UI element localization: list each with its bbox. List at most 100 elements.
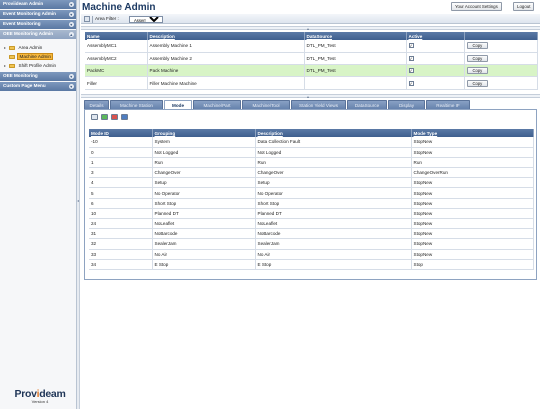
mode-row[interactable]: 4 Setup Setup StopNew: [89, 177, 534, 189]
mode-id: 10: [89, 208, 153, 220]
chevron-down-icon[interactable]: ▾: [68, 1, 74, 7]
col-header-grouping[interactable]: Grouping: [152, 129, 256, 137]
chevron-down-icon[interactable]: ▾: [68, 21, 74, 27]
folder-icon: [9, 45, 15, 50]
machine-row[interactable]: AssemblyMC1 Assembly Machine 1 DTL_PM_Te…: [85, 40, 538, 53]
col-header-mode-description[interactable]: Description: [255, 129, 412, 137]
col-header-active[interactable]: Active: [406, 32, 465, 40]
logout-button[interactable]: Logout: [513, 2, 535, 11]
copy-button[interactable]: Copy: [466, 79, 489, 87]
copy-button[interactable]: Copy: [466, 42, 489, 50]
mode-description: Run: [255, 157, 412, 169]
tab-machine-part[interactable]: Machine/Part: [193, 100, 241, 109]
tree-item-shift-profile-admin[interactable]: ▸ Shift Profile Admin: [3, 61, 76, 70]
grid-view-icon[interactable]: [84, 16, 90, 22]
sidebar-section-oee-monitoring[interactable]: OEE Monitoring ▾: [0, 72, 76, 81]
delete-icon[interactable]: [111, 114, 118, 120]
col-header-datasource[interactable]: DataSource: [304, 32, 407, 40]
tab-realtime-if[interactable]: Realtime IF: [426, 100, 470, 109]
grid-icon[interactable]: [91, 114, 98, 120]
machine-row[interactable]: AssemblyMC2 Assembly Machine 2 DTL_PM_Te…: [85, 52, 538, 66]
collapse-up-icon[interactable]: ▴: [307, 94, 309, 99]
tab-details[interactable]: Details: [84, 100, 109, 109]
mode-row[interactable]: 1 Run Run Run: [89, 157, 534, 169]
area-filter-select[interactable]: Assembly: [129, 15, 163, 23]
machine-datasource: DTL_PM_Test: [304, 52, 407, 66]
mode-row[interactable]: -10 System Data Collection Fault StopNew: [89, 137, 534, 148]
tree-item-machine-admin[interactable]: Machine Admin: [3, 52, 76, 61]
mode-description: No Operator: [255, 187, 412, 199]
sidebar-section-custom-page-menu[interactable]: Custom Page Menu ▾: [0, 82, 76, 91]
mode-row[interactable]: 0 Not Logged Not Logged StopNew: [89, 147, 534, 158]
col-header-name[interactable]: Name: [85, 32, 148, 40]
tree-item-area-admin[interactable]: ▸ Area Admin: [3, 43, 76, 52]
chevron-down-icon[interactable]: ▾: [68, 83, 74, 89]
collapse-bar-middle[interactable]: ▴: [81, 94, 540, 99]
mode-row[interactable]: 31 NoBarcode NoBarcode StopNew: [89, 228, 534, 240]
mode-row[interactable]: 6 Short Stop Short Stop StopNew: [89, 198, 534, 209]
mode-description: No Air: [255, 249, 412, 260]
chevron-up-icon[interactable]: ▴: [68, 31, 74, 37]
copy-button[interactable]: Copy: [466, 67, 489, 75]
mode-row[interactable]: 34 E Stop E Stop Stop: [89, 259, 534, 270]
tree-expand-icon[interactable]: ▸: [4, 43, 7, 52]
sidebar-section-oee-monitoring-admin[interactable]: OEE Monitoring Admin ▴: [0, 30, 76, 39]
mode-table-header: Mode ID Grouping Description Mode Type: [89, 129, 534, 137]
copy-button[interactable]: Copy: [466, 54, 489, 62]
sidebar-section-label: OEE Monitoring Admin: [3, 31, 54, 36]
machine-row-selected[interactable]: PackMC Pack Machine DTL_PM_Test ✓ Copy: [85, 64, 538, 78]
mode-row[interactable]: 32 SealerJam SealerJam StopNew: [89, 238, 534, 250]
tree-item-label: Area Admin: [18, 45, 43, 50]
mode-row[interactable]: 5 No Operator No Operator StopNew: [89, 187, 534, 199]
machine-action-cell: Copy: [464, 76, 538, 90]
sidebar-section-event-monitoring-admin[interactable]: Event Monitoring Admin ▾: [0, 10, 76, 19]
sidebar-section-event-monitoring[interactable]: Event Monitoring ▾: [0, 20, 76, 29]
mode-grouping: NoBarcode: [152, 228, 256, 240]
mode-row[interactable]: 24 NoLeaflet NoLeaflet StopNew: [89, 218, 534, 230]
tab-datasource[interactable]: DataSource: [347, 100, 387, 109]
tab-station-yield-views[interactable]: Station Yield Views: [291, 100, 346, 109]
col-header-mode-id[interactable]: Mode ID: [89, 129, 153, 137]
mode-grouping: NoLeaflet: [152, 218, 256, 230]
mode-id: 3: [89, 167, 153, 179]
add-icon[interactable]: [101, 114, 108, 120]
mode-grouping: Short Stop: [152, 198, 256, 209]
splitter-grip-icon[interactable]: ◂: [77, 198, 79, 203]
col-header-description[interactable]: Description: [147, 32, 305, 40]
sidebar-splitter[interactable]: ◂: [77, 0, 80, 409]
mode-id: 5: [89, 187, 153, 199]
tab-machine-tool[interactable]: Machine/Tool: [242, 100, 290, 109]
area-filter-label: Area Filter :: [95, 16, 119, 21]
account-settings-button[interactable]: Your Account Settings: [451, 2, 502, 11]
mode-description: Setup: [255, 177, 412, 189]
tab-mode[interactable]: Mode: [164, 100, 192, 109]
mode-type: StopNew: [411, 238, 534, 250]
machine-datasource: DTL_PM_Test: [304, 40, 407, 53]
chevron-down-icon[interactable]: ▾: [68, 11, 74, 17]
machine-name: PackMC: [85, 64, 148, 78]
tab-machine-station[interactable]: Machine Station: [110, 100, 163, 109]
mode-description: Planned DT: [255, 208, 412, 220]
mode-type: StopNew: [411, 218, 534, 230]
mode-type: ChangeOverRun: [411, 167, 534, 179]
proviideam-logo: Provideam Version 4: [9, 388, 71, 404]
mode-id: 24: [89, 218, 153, 230]
active-checkbox[interactable]: ✓: [408, 43, 414, 49]
sidebar-section-proviideam-admin[interactable]: Proviideam Admin ▾: [0, 0, 76, 9]
mode-row[interactable]: 3 ChangeOver ChangeOver ChangeOverRun: [89, 167, 534, 179]
mode-grouping: Planned DT: [152, 208, 256, 220]
active-checkbox[interactable]: ✓: [408, 80, 414, 86]
machine-table-header: Name Description DataSource Active: [85, 32, 538, 40]
active-checkbox[interactable]: ✓: [408, 68, 414, 74]
filter-icon[interactable]: [121, 114, 128, 120]
machine-row[interactable]: Filler Filler Machine Machine ✓ Copy: [85, 76, 538, 90]
tree-expand-icon[interactable]: ▸: [4, 61, 7, 70]
chevron-down-icon[interactable]: ▾: [68, 73, 74, 79]
col-header-mode-type[interactable]: Mode Type: [411, 129, 534, 137]
active-checkbox[interactable]: ✓: [408, 55, 414, 61]
tab-display[interactable]: Display: [388, 100, 425, 109]
collapse-bar-top[interactable]: ▴: [81, 26, 540, 31]
collapse-up-icon[interactable]: ▴: [307, 26, 309, 31]
mode-row[interactable]: 10 Planned DT Planned DT StopNew: [89, 208, 534, 220]
mode-row[interactable]: 33 No Air No Air StopNew: [89, 249, 534, 260]
